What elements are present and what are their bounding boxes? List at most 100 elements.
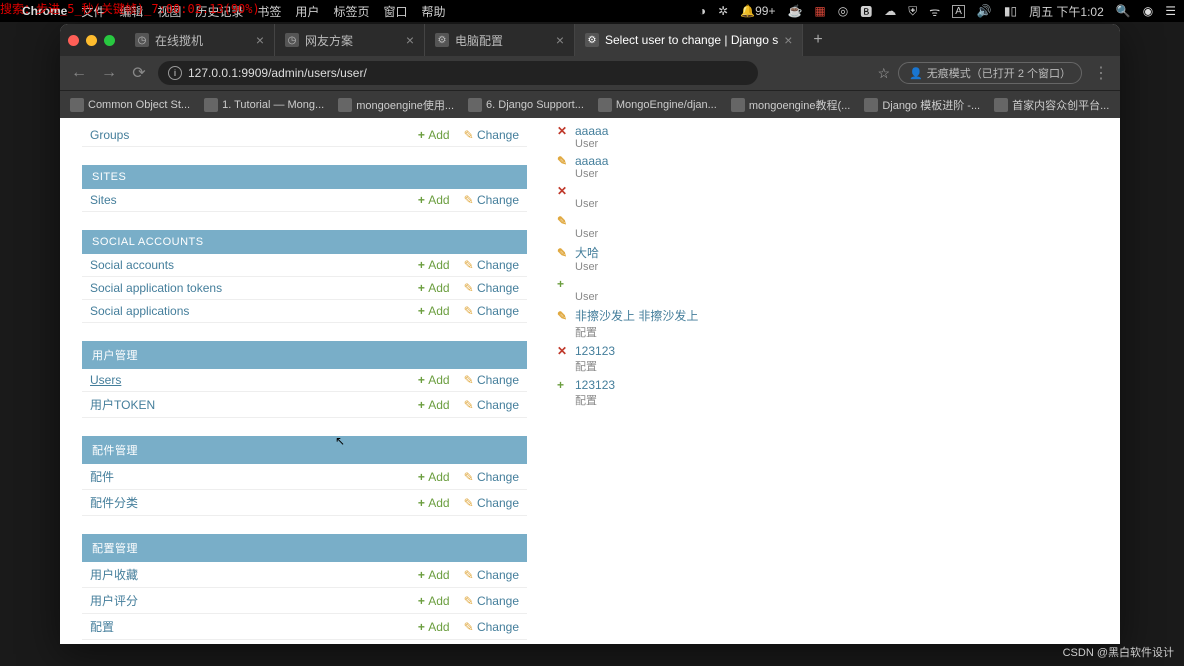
- forward-button[interactable]: →: [98, 64, 120, 82]
- url-input[interactable]: i 127.0.0.1:9909/admin/users/user/: [158, 61, 758, 85]
- recent-object-link[interactable]: 123123: [575, 344, 615, 358]
- tab-0[interactable]: ◷在线搅机×: [125, 24, 275, 56]
- change-link[interactable]: Change: [464, 568, 519, 582]
- back-button[interactable]: ←: [68, 64, 90, 82]
- tab-1[interactable]: ◷网友方案×: [275, 24, 425, 56]
- change-link[interactable]: Change: [464, 496, 519, 510]
- bookmark-item[interactable]: Django 模板进阶 -...: [864, 97, 980, 113]
- bookmark-star-icon[interactable]: ☆: [878, 65, 891, 82]
- window-controls: [68, 35, 115, 46]
- browser-window: ◷在线搅机× ◷网友方案× ⚙电脑配置× ⚙Select user to cha…: [60, 24, 1120, 644]
- add-link[interactable]: Add: [418, 568, 450, 582]
- model-link[interactable]: 配置: [90, 618, 114, 635]
- minimize-window[interactable]: [86, 35, 97, 46]
- clock[interactable]: 周五 下午1:02: [1029, 3, 1104, 20]
- add-link[interactable]: Add: [418, 620, 450, 634]
- menu-tabs[interactable]: 标签页: [333, 3, 369, 20]
- reload-button[interactable]: ⟳: [128, 63, 150, 83]
- model-link[interactable]: Social application tokens: [90, 281, 222, 295]
- menu-window[interactable]: 窗口: [383, 3, 407, 20]
- model-row: Social applications Add Change: [82, 300, 527, 323]
- tray-icon[interactable]: ⛨: [908, 4, 917, 19]
- menu-help[interactable]: 帮助: [421, 3, 445, 20]
- bookmark-item[interactable]: 6. Django Support...: [468, 98, 584, 112]
- site-info-icon[interactable]: i: [168, 66, 182, 80]
- bookmark-item[interactable]: 1. Tutorial — Mong...: [204, 98, 324, 112]
- add-link[interactable]: Add: [418, 193, 450, 207]
- change-link[interactable]: Change: [464, 620, 519, 634]
- tab-3[interactable]: ⚙Select user to change | Django s×: [575, 24, 803, 56]
- change-link[interactable]: Change: [464, 193, 519, 207]
- tab-2[interactable]: ⚙电脑配置×: [425, 24, 575, 56]
- change-link[interactable]: Change: [464, 594, 519, 608]
- change-link[interactable]: Change: [464, 258, 519, 272]
- siri-icon[interactable]: ◉: [1143, 4, 1153, 18]
- recent-object-link[interactable]: aaaaa: [575, 124, 608, 138]
- model-row: Social accounts Add Change: [82, 254, 527, 277]
- tray-icon[interactable]: ◑: [699, 4, 706, 18]
- model-link[interactable]: Social accounts: [90, 258, 174, 272]
- change-link[interactable]: Change: [464, 398, 519, 412]
- close-icon[interactable]: ×: [406, 32, 414, 48]
- change-link[interactable]: Change: [464, 281, 519, 295]
- tray-icon[interactable]: ◎: [838, 4, 848, 18]
- incognito-indicator[interactable]: 👤 无痕模式（已打开 2 个窗口）: [898, 62, 1082, 84]
- tray-icon[interactable]: ▦: [814, 4, 825, 18]
- add-link[interactable]: Add: [418, 594, 450, 608]
- close-window[interactable]: [68, 35, 79, 46]
- model-link[interactable]: Groups: [90, 128, 129, 142]
- menu-user[interactable]: 用户: [295, 3, 319, 20]
- control-center-icon[interactable]: ☰: [1165, 4, 1176, 18]
- change-link[interactable]: Change: [464, 304, 519, 318]
- add-link[interactable]: Add: [418, 304, 450, 318]
- add-link[interactable]: Add: [418, 398, 450, 412]
- recent-object-link[interactable]: 大哈: [575, 244, 599, 261]
- recent-object-link[interactable]: aaaaa: [575, 154, 608, 168]
- tray-icon[interactable]: 🅱: [860, 3, 872, 20]
- model-link[interactable]: Users: [90, 373, 121, 387]
- add-link[interactable]: Add: [418, 281, 450, 295]
- bookmark-item[interactable]: MongoEngine/djan...: [598, 98, 717, 112]
- tray-icon[interactable]: ☁: [884, 4, 896, 18]
- add-link[interactable]: Add: [418, 258, 450, 272]
- recent-object-link[interactable]: 123123: [575, 378, 615, 392]
- bookmark-item[interactable]: 首家内容众创平台...: [994, 97, 1109, 113]
- menu-button[interactable]: ⋮: [1090, 63, 1112, 83]
- bookmark-item[interactable]: mongoengine使用...: [338, 97, 454, 113]
- close-icon[interactable]: ×: [556, 32, 564, 48]
- change-link[interactable]: Change: [464, 470, 519, 484]
- mouse-cursor: ↖: [335, 434, 345, 448]
- spotlight-icon[interactable]: 🔍: [1116, 4, 1131, 18]
- add-link[interactable]: Add: [418, 496, 450, 510]
- close-icon[interactable]: ×: [784, 32, 792, 48]
- model-link[interactable]: Sites: [90, 193, 117, 207]
- recent-object-link[interactable]: 非擦沙发上 非擦沙发上: [575, 307, 698, 324]
- maximize-window[interactable]: [104, 35, 115, 46]
- notif-badge[interactable]: 🔔99+: [740, 4, 775, 18]
- change-link[interactable]: Change: [464, 128, 519, 142]
- close-icon[interactable]: ×: [256, 32, 264, 48]
- recent-actions: ✕aaaaaUser✎aaaaaUser✕User✎User✎大哈User+Us…: [557, 124, 747, 624]
- bookmark-item[interactable]: mongoengine教程(...: [731, 97, 851, 113]
- add-link[interactable]: Add: [418, 128, 450, 142]
- module-header: 用户管理: [82, 341, 527, 369]
- battery-icon[interactable]: ▮▯: [1004, 4, 1017, 18]
- tray-icon[interactable]: ✲: [718, 4, 728, 18]
- model-link[interactable]: 配件分类: [90, 494, 138, 511]
- model-link[interactable]: Social applications: [90, 304, 189, 318]
- model-link[interactable]: 用户TOKEN: [90, 396, 155, 413]
- model-link[interactable]: 配件: [90, 468, 114, 485]
- new-tab-button[interactable]: +: [803, 31, 832, 49]
- bookmark-item[interactable]: Common Object St...: [70, 98, 190, 112]
- change-link[interactable]: Change: [464, 373, 519, 387]
- bookmark-icon: [468, 98, 482, 112]
- menu-bookmarks[interactable]: 书签: [257, 3, 281, 20]
- tray-icon[interactable]: ☕: [787, 4, 802, 18]
- model-link[interactable]: 用户收藏: [90, 566, 138, 583]
- input-icon[interactable]: A: [952, 5, 965, 18]
- volume-icon[interactable]: 🔊: [977, 4, 992, 18]
- wifi-icon[interactable]: ᯤ: [929, 3, 940, 20]
- model-link[interactable]: 用户评分: [90, 592, 138, 609]
- add-link[interactable]: Add: [418, 373, 450, 387]
- add-link[interactable]: Add: [418, 470, 450, 484]
